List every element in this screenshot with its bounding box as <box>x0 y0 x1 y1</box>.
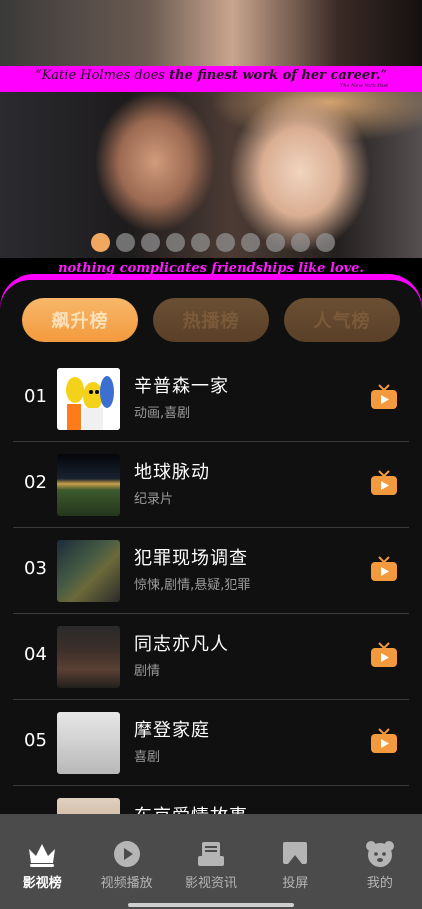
list-item[interactable]: 03 犯罪现场调查 惊悚,剧情,悬疑,犯罪 <box>0 528 422 614</box>
list-item[interactable]: 06 东京爱情故事 <box>0 786 422 814</box>
tv-play-icon[interactable] <box>370 728 398 754</box>
carousel-dot[interactable] <box>166 233 185 252</box>
nav-label: 影视资讯 <box>185 876 238 891</box>
cast-icon <box>283 842 308 864</box>
banner-carousel[interactable]: “Katie Holmes does the finest work of he… <box>0 0 422 285</box>
carousel-dot[interactable] <box>191 233 210 252</box>
item-title: 辛普森一家 <box>134 376 229 397</box>
rank-number: 01 <box>24 386 47 407</box>
nav-item-rankings[interactable]: 影视榜 <box>0 814 84 909</box>
rank-number: 04 <box>24 644 47 665</box>
nav-item-news[interactable]: 影视资讯 <box>169 814 253 909</box>
carousel-dot[interactable] <box>266 233 285 252</box>
bottom-nav: 影视榜 视频播放 影视资讯 投屏 我的 <box>0 814 422 909</box>
item-title: 东京爱情故事 <box>134 802 248 814</box>
news-icon <box>198 842 225 866</box>
rank-number: 03 <box>24 558 47 579</box>
nav-item-video-play[interactable]: 视频播放 <box>84 814 168 909</box>
item-title: 犯罪现场调查 <box>134 548 248 569</box>
modern-family-poster <box>57 712 120 774</box>
home-indicator[interactable] <box>128 903 294 907</box>
list-item[interactable]: 02 地球脉动 纪录片 <box>0 442 422 528</box>
banner-image-top <box>0 0 422 68</box>
csi-poster <box>57 540 120 602</box>
item-title: 地球脉动 <box>134 462 210 483</box>
item-genre: 喜剧 <box>134 750 161 765</box>
nav-label: 视频播放 <box>100 876 153 891</box>
tab-popular[interactable]: 人气榜 <box>284 298 400 342</box>
ranking-panel: 飙升榜 热播榜 人气榜 01 辛普森一家 动画,喜剧 02 地球脉动 纪录片 0… <box>0 280 422 814</box>
item-genre: 动画,喜剧 <box>134 406 191 421</box>
carousel-dot[interactable] <box>241 233 260 252</box>
carousel-dot[interactable] <box>116 233 135 252</box>
tokyo-love-story-poster <box>57 798 120 814</box>
list-item[interactable]: 04 同志亦凡人 剧情 <box>0 614 422 700</box>
tv-play-icon[interactable] <box>370 384 398 410</box>
rank-number: 05 <box>24 730 47 751</box>
nav-item-mine[interactable]: 我的 <box>338 814 422 909</box>
crown-icon <box>29 844 56 867</box>
planet-earth-poster <box>57 454 120 516</box>
ranking-tabs: 飙升榜 热播榜 人气榜 <box>22 298 400 342</box>
nav-label: 我的 <box>366 876 393 891</box>
tab-hot[interactable]: 热播榜 <box>153 298 269 342</box>
nav-item-cast[interactable]: 投屏 <box>253 814 337 909</box>
tv-play-icon[interactable] <box>370 470 398 496</box>
item-title: 摩登家庭 <box>134 720 210 741</box>
item-genre: 剧情 <box>134 664 161 679</box>
carousel-dot[interactable] <box>316 233 335 252</box>
banner-quote-source: The New York Post <box>340 83 388 89</box>
carousel-dot[interactable] <box>91 233 110 252</box>
tv-play-icon[interactable] <box>370 556 398 582</box>
nav-label: 投屏 <box>282 876 309 891</box>
banner-quote: “Katie Holmes does the finest work of he… <box>34 68 388 83</box>
nav-label: 影视榜 <box>22 876 62 891</box>
list-item[interactable]: 01 辛普森一家 动画,喜剧 <box>0 356 422 442</box>
carousel-dot[interactable] <box>216 233 235 252</box>
carousel-dots <box>91 233 335 252</box>
rank-number: 02 <box>24 472 47 493</box>
bear-face-icon <box>365 841 394 867</box>
item-genre: 纪录片 <box>134 492 174 507</box>
queer-as-folk-poster <box>57 626 120 688</box>
carousel-dot[interactable] <box>291 233 310 252</box>
ranking-list: 01 辛普森一家 动画,喜剧 02 地球脉动 纪录片 03 犯罪现场调查 惊悚,… <box>0 356 422 814</box>
item-title: 同志亦凡人 <box>134 634 229 655</box>
tab-rising[interactable]: 飙升榜 <box>22 298 138 342</box>
item-genre: 惊悚,剧情,悬疑,犯罪 <box>134 578 251 593</box>
play-circle-icon <box>113 841 140 867</box>
tv-play-icon[interactable] <box>370 642 398 668</box>
carousel-dot[interactable] <box>141 233 160 252</box>
simpsons-poster <box>57 368 120 430</box>
list-item[interactable]: 05 摩登家庭 喜剧 <box>0 700 422 786</box>
